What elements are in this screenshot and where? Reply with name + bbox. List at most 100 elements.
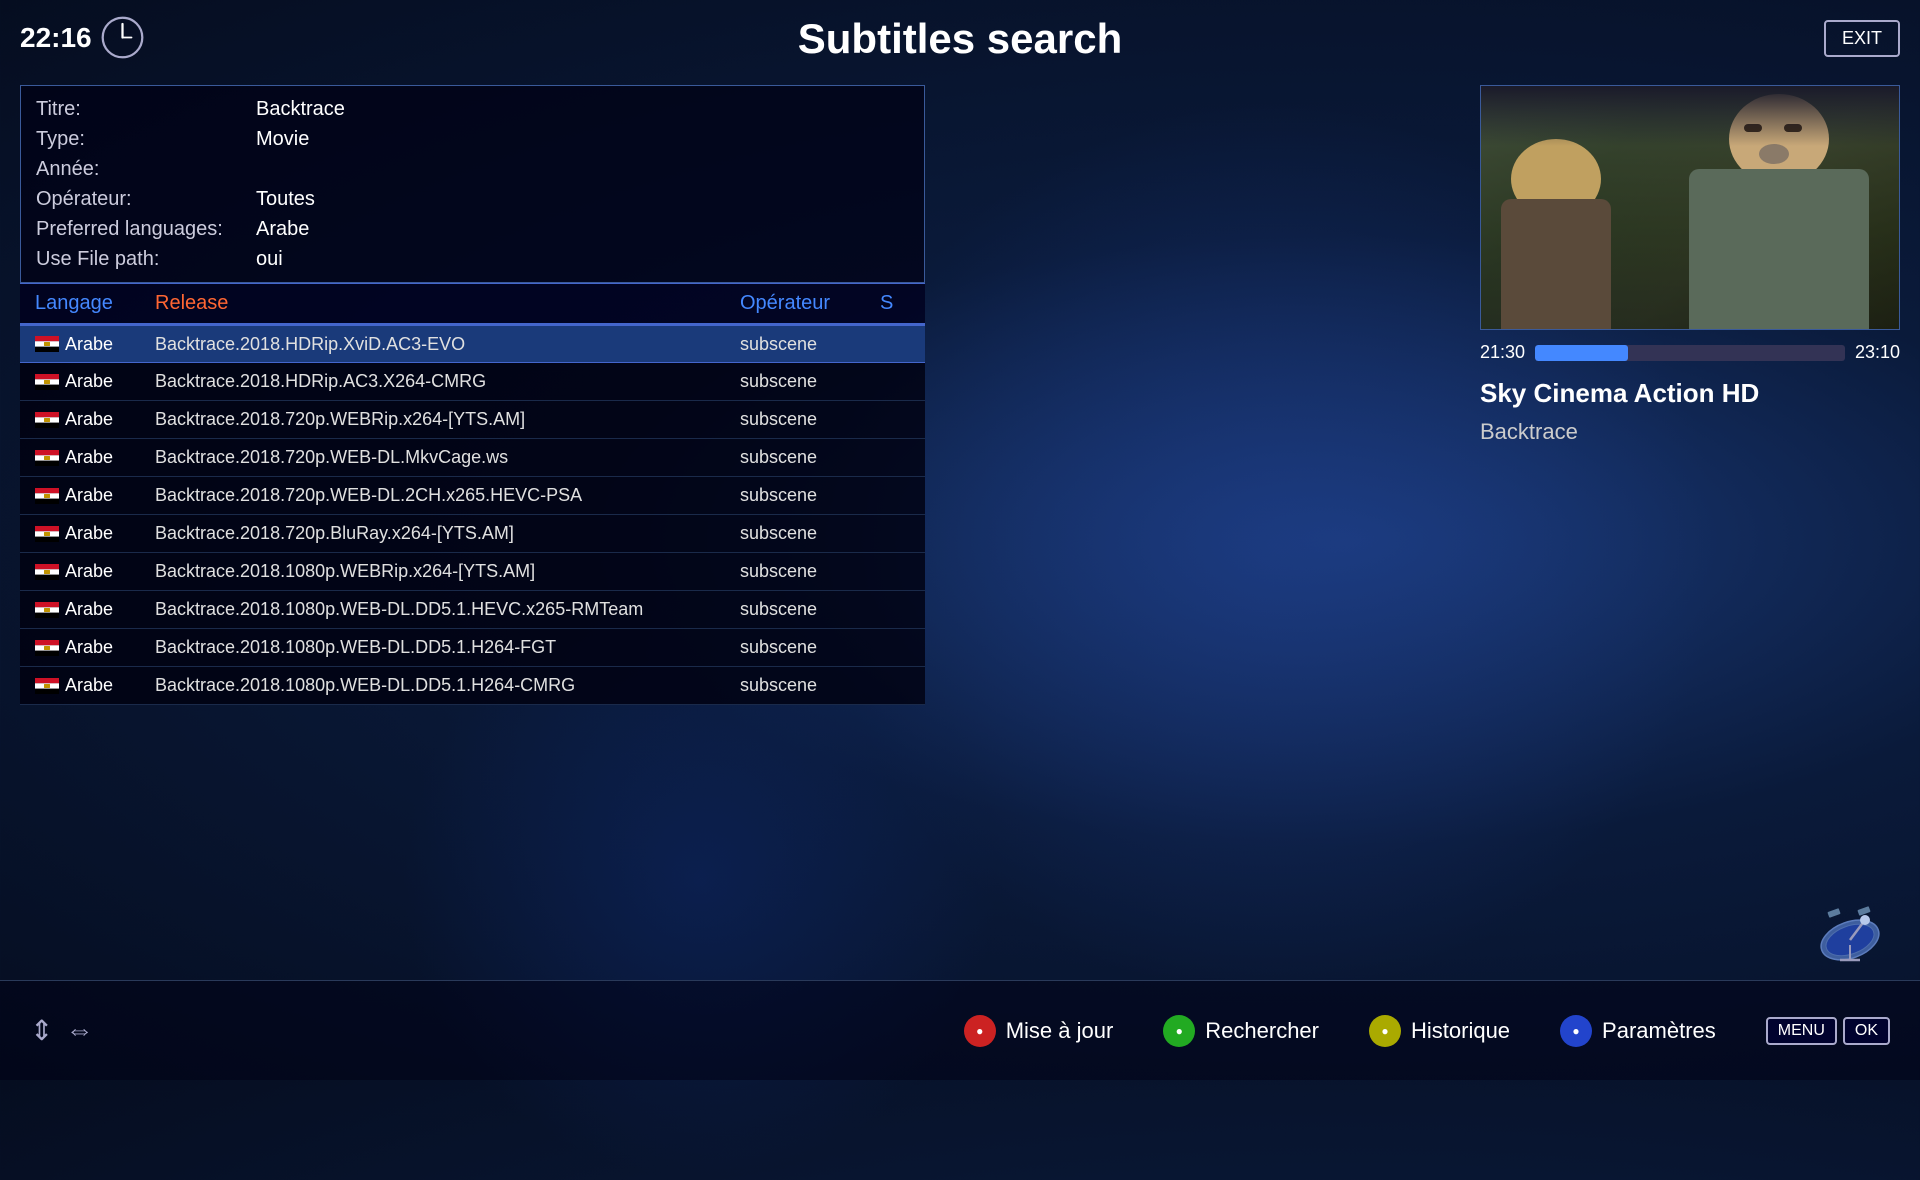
flag-icon bbox=[35, 564, 59, 580]
lang-text: Arabe bbox=[65, 447, 113, 468]
lang-text: Arabe bbox=[65, 675, 113, 696]
main-content: Titre: Backtrace Type: Movie Année: Opér… bbox=[20, 85, 925, 970]
col-release-header: Release bbox=[155, 292, 740, 315]
action4-label: Paramètres bbox=[1602, 1018, 1716, 1044]
table-row[interactable]: Arabe Backtrace.2018.1080p.WEB-DL.DD5.1.H… bbox=[20, 629, 925, 667]
channel-name: Sky Cinema Action HD bbox=[1480, 378, 1900, 409]
languages-value: Arabe bbox=[256, 218, 309, 241]
cell-langage: Arabe bbox=[35, 637, 155, 658]
table-row[interactable]: ArabeBacktrace.2018.720p.BluRay.x264-[YT… bbox=[20, 515, 925, 553]
operateur-value: Toutes bbox=[256, 188, 315, 211]
updown-arrow-icon: ⇕ bbox=[30, 1014, 53, 1047]
red-button[interactable]: ● bbox=[964, 1015, 996, 1047]
video-scene bbox=[1481, 86, 1899, 329]
cell-release: Backtrace.2018.HDRip.XviD.AC3-EVO bbox=[155, 334, 740, 355]
table-row[interactable]: ArabeBacktrace.2018.720p.WEBRip.x264-[YT… bbox=[20, 401, 925, 439]
action2-label: Rechercher bbox=[1205, 1018, 1319, 1044]
progress-end-time: 23:10 bbox=[1855, 342, 1900, 363]
table-row[interactable]: Arabe Backtrace.2018.HDRip.XviD.AC3-EVOsu… bbox=[20, 325, 925, 363]
cell-langage: Arabe bbox=[35, 561, 155, 582]
cell-release: Backtrace.2018.720p.WEB-DL.MkvCage.ws bbox=[155, 447, 740, 468]
action-rechercher[interactable]: ● Rechercher bbox=[1163, 1015, 1319, 1047]
exit-button[interactable]: EXIT bbox=[1824, 20, 1900, 57]
lang-text: Arabe bbox=[65, 409, 113, 430]
cell-operateur: subscene bbox=[740, 371, 880, 392]
lang-text: Arabe bbox=[65, 485, 113, 506]
subtitle-results-table: ArabeBacktrace.2018.HDRip.XviD.AC3-EVOsu… bbox=[20, 325, 925, 705]
cell-operateur: subscene bbox=[740, 599, 880, 620]
info-row-languages: Preferred languages: Arabe bbox=[21, 214, 924, 244]
menu-button[interactable]: MENU bbox=[1766, 1017, 1837, 1045]
action-mise-a-jour[interactable]: ● Mise à jour bbox=[964, 1015, 1114, 1047]
flag-icon bbox=[35, 640, 59, 656]
cell-langage: Arabe bbox=[35, 371, 155, 392]
flag-icon bbox=[35, 374, 59, 390]
cell-langage: Arabe bbox=[35, 599, 155, 620]
cell-release: Backtrace.2018.720p.WEB-DL.2CH.x265.HEVC… bbox=[155, 485, 740, 506]
leftright-arrow-icon: ⇔ bbox=[65, 1014, 93, 1047]
table-row[interactable]: Arabe Backtrace.2018.HDRip.AC3.X264-CMRGs… bbox=[20, 363, 925, 401]
annee-label: Année: bbox=[36, 158, 256, 181]
table-header: Langage Release Opérateur S bbox=[20, 283, 925, 325]
lang-text: Arabe bbox=[65, 599, 113, 620]
titre-value: Backtrace bbox=[256, 98, 345, 121]
nav-arrows: ⇕ ⇔ bbox=[30, 1014, 93, 1047]
cell-release: Backtrace.2018.720p.BluRay.x264-[YTS.AM] bbox=[155, 523, 740, 544]
col-operateur-header: Opérateur bbox=[740, 292, 880, 315]
info-section: Titre: Backtrace Type: Movie Année: Opér… bbox=[20, 85, 925, 283]
flag-icon bbox=[35, 602, 59, 618]
menu-ok-area: MENU OK bbox=[1766, 1017, 1890, 1045]
flag-icon bbox=[35, 336, 59, 352]
cell-release: Backtrace.2018.1080p.WEB-DL.DD5.1.H264-F… bbox=[155, 637, 740, 658]
languages-label: Preferred languages: bbox=[36, 218, 256, 241]
action3-label: Historique bbox=[1411, 1018, 1510, 1044]
blue-button[interactable]: ● bbox=[1560, 1015, 1592, 1047]
info-row-filepath: Use File path: oui bbox=[21, 244, 924, 274]
cell-operateur: subscene bbox=[740, 334, 880, 355]
action-historique[interactable]: ● Historique bbox=[1369, 1015, 1510, 1047]
green-button[interactable]: ● bbox=[1163, 1015, 1195, 1047]
video-thumbnail bbox=[1480, 85, 1900, 330]
cell-operateur: subscene bbox=[740, 637, 880, 658]
cell-operateur: subscene bbox=[740, 675, 880, 696]
cell-operateur: subscene bbox=[740, 485, 880, 506]
flag-icon bbox=[35, 488, 59, 504]
flag-icon bbox=[35, 412, 59, 428]
lang-text: Arabe bbox=[65, 637, 113, 658]
flag-icon bbox=[35, 526, 59, 542]
table-row[interactable]: Arabe Backtrace.2018.720p.WEB-DL.MkvCage.… bbox=[20, 439, 925, 477]
cell-langage: Arabe bbox=[35, 447, 155, 468]
cell-release: Backtrace.2018.1080p.WEB-DL.DD5.1.HEVC.x… bbox=[155, 599, 740, 620]
cell-release: Backtrace.2018.HDRip.AC3.X264-CMRG bbox=[155, 371, 740, 392]
table-row[interactable]: ArabeBacktrace.2018.1080p.WEB-DL.DD5.1.H… bbox=[20, 667, 925, 705]
flag-icon bbox=[35, 450, 59, 466]
progress-area: 21:30 23:10 bbox=[1480, 342, 1900, 363]
filepath-label: Use File path: bbox=[36, 248, 256, 271]
info-row-annee: Année: bbox=[21, 154, 924, 184]
action1-label: Mise à jour bbox=[1006, 1018, 1114, 1044]
table-row[interactable]: Arabe Backtrace.2018.1080p.WEBRip.x264-[Y… bbox=[20, 553, 925, 591]
action-parametres[interactable]: ● Paramètres bbox=[1560, 1015, 1716, 1047]
page-title: Subtitles search bbox=[0, 15, 1920, 63]
table-row[interactable]: Arabe Backtrace.2018.1080p.WEB-DL.DD5.1.H… bbox=[20, 591, 925, 629]
info-row-titre: Titre: Backtrace bbox=[21, 94, 924, 124]
right-panel: 21:30 23:10 Sky Cinema Action HD Backtra… bbox=[1480, 85, 1900, 445]
yellow-button[interactable]: ● bbox=[1369, 1015, 1401, 1047]
cell-operateur: subscene bbox=[740, 409, 880, 430]
ok-button[interactable]: OK bbox=[1843, 1017, 1890, 1045]
cell-langage: Arabe bbox=[35, 485, 155, 506]
cell-release: Backtrace.2018.1080p.WEBRip.x264-[YTS.AM… bbox=[155, 561, 740, 582]
lang-text: Arabe bbox=[65, 561, 113, 582]
lang-text: Arabe bbox=[65, 371, 113, 392]
satellite-icon bbox=[1810, 890, 1890, 970]
cell-langage: Arabe bbox=[35, 675, 155, 696]
flag-icon bbox=[35, 678, 59, 694]
bottom-bar: ⇕ ⇔ ● Mise à jour ● Rechercher ● Histori… bbox=[0, 980, 1920, 1080]
lang-text: Arabe bbox=[65, 334, 113, 355]
type-label: Type: bbox=[36, 128, 256, 151]
progress-bar-fill bbox=[1535, 345, 1628, 361]
progress-start-time: 21:30 bbox=[1480, 342, 1525, 363]
bottom-actions: ● Mise à jour ● Rechercher ● Historique … bbox=[964, 1015, 1890, 1047]
type-value: Movie bbox=[256, 128, 309, 151]
table-row[interactable]: Arabe Backtrace.2018.720p.WEB-DL.2CH.x265… bbox=[20, 477, 925, 515]
